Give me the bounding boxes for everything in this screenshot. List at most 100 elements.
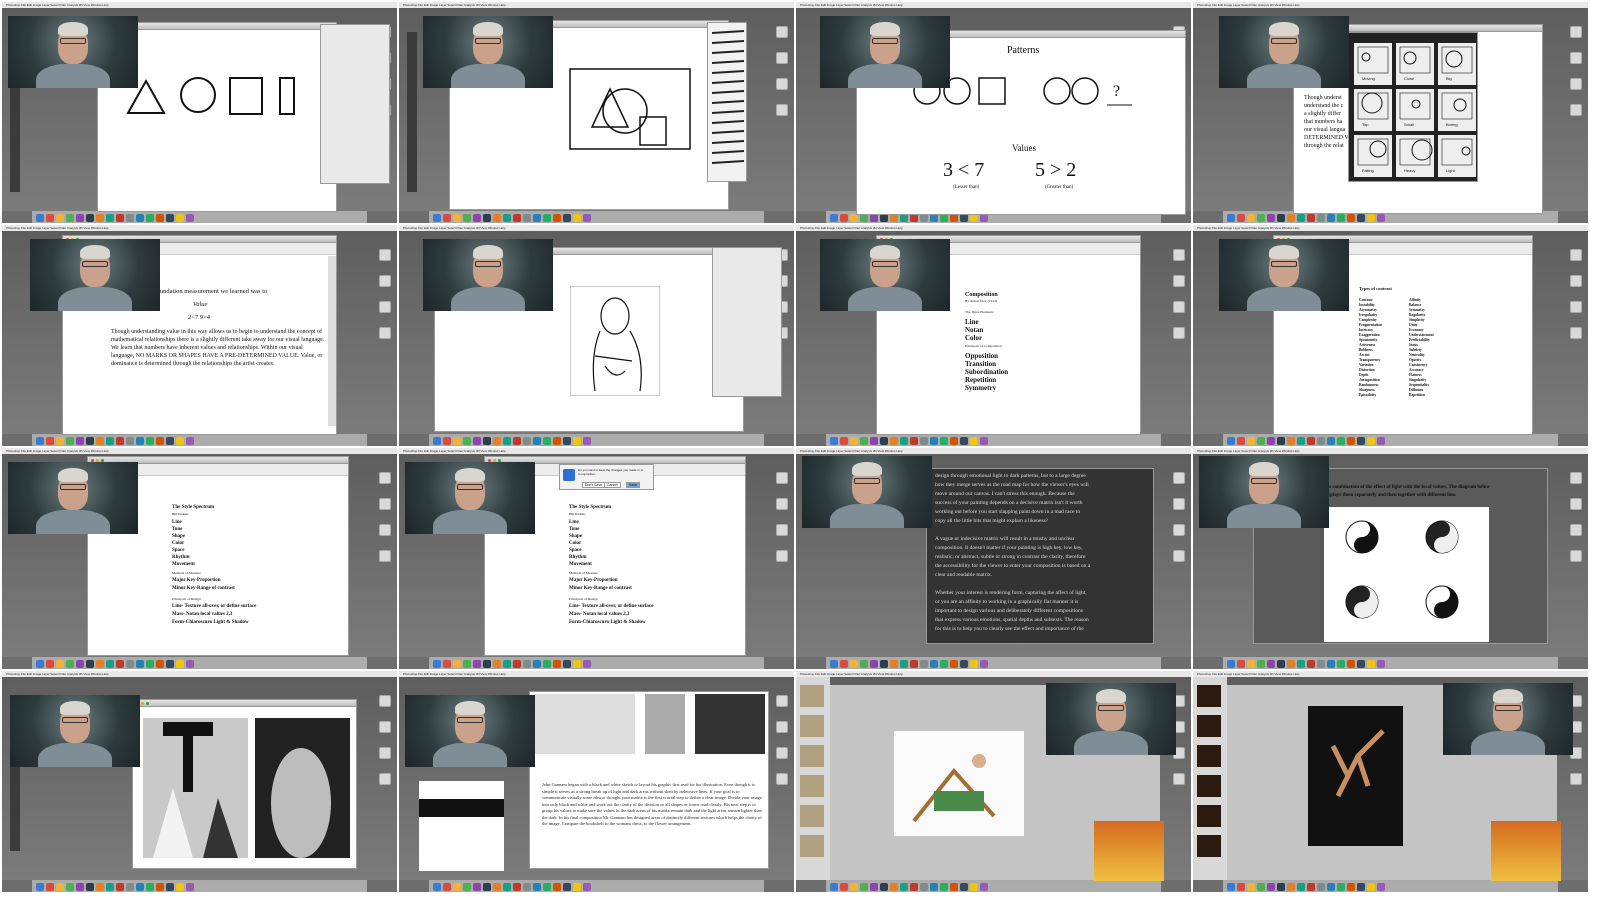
dock-app-icon[interactable]: [156, 213, 164, 222]
dock-app-icon[interactable]: [176, 436, 184, 445]
dock-app-icon[interactable]: [850, 882, 858, 891]
sidebar-thumbnail[interactable]: [800, 835, 824, 857]
dock-app-icon[interactable]: [503, 882, 511, 891]
dock-app-icon[interactable]: [1277, 213, 1285, 222]
dock[interactable]: [429, 434, 764, 446]
dock[interactable]: [32, 657, 367, 669]
dock-app-icon[interactable]: [156, 436, 164, 445]
desktop-file-icon[interactable]: [379, 327, 391, 339]
dock-app-icon[interactable]: [840, 436, 848, 445]
dock-app-icon[interactable]: [453, 882, 461, 891]
dock-app-icon[interactable]: [473, 659, 481, 668]
dock-app-icon[interactable]: [890, 436, 898, 445]
desktop-file-icon[interactable]: [1173, 249, 1185, 261]
desktop-file-icon[interactable]: [776, 524, 788, 536]
dock-app-icon[interactable]: [473, 436, 481, 445]
dock-app-icon[interactable]: [156, 882, 164, 891]
desktop-file-icon[interactable]: [1570, 249, 1582, 261]
dock-app-icon[interactable]: [483, 882, 491, 891]
dock-app-icon[interactable]: [1277, 659, 1285, 668]
dock-app-icon[interactable]: [980, 436, 988, 445]
dock-app-icon[interactable]: [960, 659, 968, 668]
dock-app-icon[interactable]: [1347, 213, 1355, 222]
dock-app-icon[interactable]: [106, 882, 114, 891]
dock-app-icon[interactable]: [86, 213, 94, 222]
dock-app-icon[interactable]: [146, 213, 154, 222]
dock-app-icon[interactable]: [553, 213, 561, 222]
dock-app-icon[interactable]: [513, 213, 521, 222]
dock-app-icon[interactable]: [850, 659, 858, 668]
dock-app-icon[interactable]: [1247, 436, 1255, 445]
desktop-file-icon[interactable]: [379, 472, 391, 484]
dock-app-icon[interactable]: [870, 659, 878, 668]
dock-app-icon[interactable]: [66, 882, 74, 891]
dock[interactable]: [32, 434, 367, 446]
dock-app-icon[interactable]: [1367, 659, 1375, 668]
dock-app-icon[interactable]: [1287, 213, 1295, 222]
dock-app-icon[interactable]: [36, 882, 44, 891]
sidebar-thumbnail[interactable]: [800, 715, 824, 737]
desktop-file-icon[interactable]: [1570, 104, 1582, 116]
dock-app-icon[interactable]: [1237, 882, 1245, 891]
dock-app-icon[interactable]: [1307, 436, 1315, 445]
dock-app-icon[interactable]: [583, 659, 591, 668]
dock-app-icon[interactable]: [46, 659, 54, 668]
dock-app-icon[interactable]: [583, 436, 591, 445]
desktop-file-icon[interactable]: [1570, 472, 1582, 484]
dock-app-icon[interactable]: [146, 436, 154, 445]
doc-scrollbar[interactable]: [328, 256, 336, 426]
dock-app-icon[interactable]: [1237, 213, 1245, 222]
dock-app-icon[interactable]: [1357, 213, 1365, 222]
dock-app-icon[interactable]: [136, 882, 144, 891]
desktop-file-icon[interactable]: [776, 721, 788, 733]
desktop-file-icon[interactable]: [776, 104, 788, 116]
dock-app-icon[interactable]: [1357, 436, 1365, 445]
dock-app-icon[interactable]: [1317, 882, 1325, 891]
dock-app-icon[interactable]: [76, 882, 84, 891]
dock-app-icon[interactable]: [573, 882, 581, 891]
dock-app-icon[interactable]: [553, 436, 561, 445]
dock-app-icon[interactable]: [96, 436, 104, 445]
dock-app-icon[interactable]: [46, 436, 54, 445]
dock-app-icon[interactable]: [1327, 213, 1335, 222]
desktop-file-icon[interactable]: [379, 249, 391, 261]
dock-app-icon[interactable]: [186, 436, 194, 445]
desktop-file-icon[interactable]: [1173, 327, 1185, 339]
desktop-file-icon[interactable]: [776, 550, 788, 562]
dock-app-icon[interactable]: [573, 213, 581, 222]
dock-app-icon[interactable]: [543, 213, 551, 222]
desktop-file-icon[interactable]: [1570, 327, 1582, 339]
dock-app-icon[interactable]: [1287, 436, 1295, 445]
dock-app-icon[interactable]: [1287, 659, 1295, 668]
dock-app-icon[interactable]: [1307, 213, 1315, 222]
window-titlebar[interactable]: [133, 700, 356, 707]
dock-app-icon[interactable]: [1337, 213, 1345, 222]
thumbnail-light[interactable]: Light: [1438, 135, 1476, 177]
thumbnail-big[interactable]: Big: [1438, 43, 1476, 85]
dock-app-icon[interactable]: [1267, 213, 1275, 222]
desktop-file-icon[interactable]: [379, 301, 391, 313]
dock-app-icon[interactable]: [76, 213, 84, 222]
dock-app-icon[interactable]: [56, 213, 64, 222]
desktop-file-icon[interactable]: [1570, 26, 1582, 38]
dock-app-icon[interactable]: [1257, 436, 1265, 445]
dock-app-icon[interactable]: [533, 436, 541, 445]
desktop-file-icon[interactable]: [1173, 524, 1185, 536]
dock-app-icon[interactable]: [36, 436, 44, 445]
dock-app-icon[interactable]: [980, 659, 988, 668]
dock-app-icon[interactable]: [1347, 436, 1355, 445]
dock-app-icon[interactable]: [830, 436, 838, 445]
dock-app-icon[interactable]: [66, 436, 74, 445]
sidebar-thumbnail[interactable]: [1197, 715, 1221, 737]
desktop-file-icon[interactable]: [776, 498, 788, 510]
dock-app-icon[interactable]: [553, 659, 561, 668]
dock-app-icon[interactable]: [830, 213, 838, 222]
dock-app-icon[interactable]: [1377, 882, 1385, 891]
dock-app-icon[interactable]: [1347, 882, 1355, 891]
dock-app-icon[interactable]: [463, 659, 471, 668]
desktop-file-icon[interactable]: [1173, 773, 1185, 785]
dock-app-icon[interactable]: [463, 436, 471, 445]
sidebar-thumbnail[interactable]: [800, 805, 824, 827]
tools-panel[interactable]: [407, 32, 417, 192]
thumbnail-close[interactable]: Close: [1396, 43, 1434, 85]
